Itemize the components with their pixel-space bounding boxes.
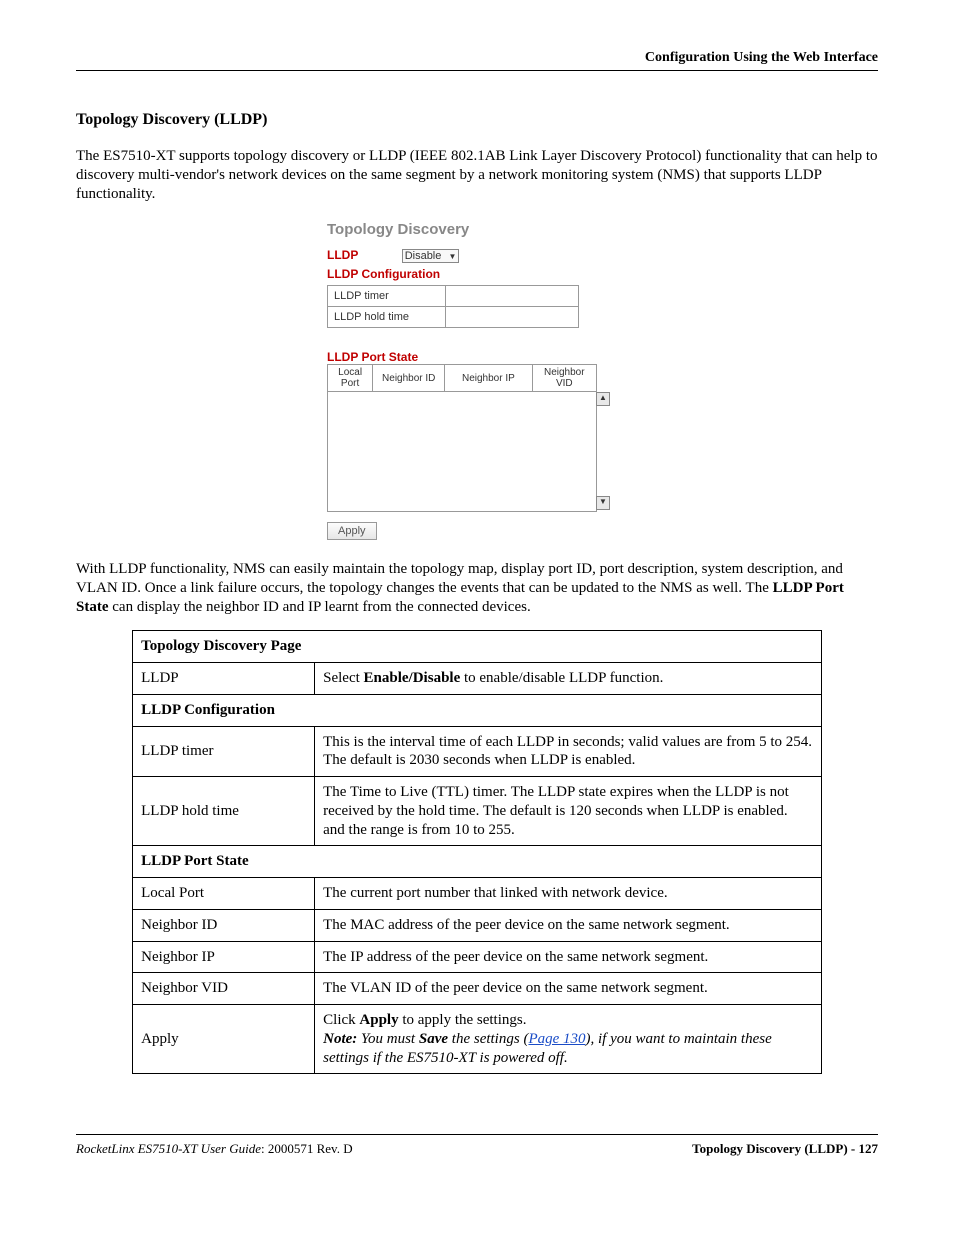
ss-config-heading: LLDP Configuration <box>327 267 440 281</box>
ss-config-table: LLDP timer LLDP hold time <box>327 285 579 328</box>
row-desc-lldp: Select Enable/Disable to enable/disable … <box>315 663 822 695</box>
row-label-neighbor-vid: Neighbor VID <box>133 973 315 1005</box>
row-desc-lldp-timer: This is the interval time of each LLDP i… <box>315 726 822 777</box>
row-desc-neighbor-vid: The VLAN ID of the peer device on the sa… <box>315 973 822 1005</box>
row-label-lldp-hold: LLDP hold time <box>133 777 315 846</box>
ss-portstate-heading: LLDP Port State <box>327 350 627 364</box>
ss-col-local-port: Local Port <box>328 365 373 392</box>
row-label-local-port: Local Port <box>133 878 315 910</box>
ss-title: Topology Discovery <box>327 221 627 238</box>
ss-config-row-label: LLDP hold time <box>328 307 446 328</box>
ss-col-neighbor-id: Neighbor ID <box>373 365 445 392</box>
subheader-portstate: LLDP Port State <box>133 846 822 878</box>
ss-portstate-table: Local Port Neighbor ID Neighbor IP Neigh… <box>327 364 597 392</box>
ss-apply-button[interactable]: Apply <box>327 522 377 540</box>
row-desc-neighbor-id: The MAC address of the peer device on th… <box>315 909 822 941</box>
row-desc-local-port: The current port number that linked with… <box>315 878 822 910</box>
page-footer: RocketLinx ES7510-XT User Guide: 2000571… <box>76 1134 878 1157</box>
chevron-down-icon: ▼ <box>448 252 456 261</box>
ss-portstate-body: ▲ ▼ <box>327 392 597 512</box>
row-label-neighbor-ip: Neighbor IP <box>133 941 315 973</box>
row-label-apply: Apply <box>133 1005 315 1074</box>
ss-config-row-input[interactable] <box>446 307 579 328</box>
subheader-config: LLDP Configuration <box>133 694 822 726</box>
page-130-link[interactable]: Page 130 <box>528 1031 585 1047</box>
row-label-lldp-timer: LLDP timer <box>133 726 315 777</box>
row-label-neighbor-id: Neighbor ID <box>133 909 315 941</box>
section-heading: Topology Discovery (LLDP) <box>76 111 878 129</box>
footer-right: Topology Discovery (LLDP) - 127 <box>692 1141 878 1157</box>
footer-left-italic: RocketLinx ES7510-XT User Guide <box>76 1141 261 1156</box>
row-desc-apply: Click Apply to apply the settings. Note:… <box>315 1005 822 1074</box>
scroll-up-icon[interactable]: ▲ <box>596 392 610 406</box>
after-screenshot-paragraph: With LLDP functionality, NMS can easily … <box>76 560 878 616</box>
scroll-down-icon[interactable]: ▼ <box>596 496 610 510</box>
header-right-text: Configuration Using the Web Interface <box>645 50 878 65</box>
ss-scrollbar[interactable]: ▲ ▼ <box>596 392 610 510</box>
ss-config-row-label: LLDP timer <box>328 286 446 307</box>
ss-col-neighbor-ip: Neighbor IP <box>445 365 532 392</box>
table-caption: Topology Discovery Page <box>133 631 822 663</box>
row-label-lldp: LLDP <box>133 663 315 695</box>
row-desc-lldp-hold: The Time to Live (TTL) timer. The LLDP s… <box>315 777 822 846</box>
ss-lldp-label: LLDP <box>327 248 358 262</box>
page-header: Configuration Using the Web Interface <box>76 50 878 71</box>
row-desc-neighbor-ip: The IP address of the peer device on the… <box>315 941 822 973</box>
intro-paragraph: The ES7510-XT supports topology discover… <box>76 147 878 203</box>
definition-table: Topology Discovery Page LLDP Select Enab… <box>132 630 822 1074</box>
embedded-screenshot: Topology Discovery LLDP Disable ▼ LLDP C… <box>323 217 631 544</box>
ss-lldp-select[interactable]: Disable ▼ <box>402 249 460 263</box>
footer-left-rest: : 2000571 Rev. D <box>261 1141 353 1156</box>
ss-config-row-input[interactable] <box>446 286 579 307</box>
ss-lldp-select-value: Disable <box>405 250 442 262</box>
ss-col-neighbor-vid: Neighbor VID <box>532 365 596 392</box>
